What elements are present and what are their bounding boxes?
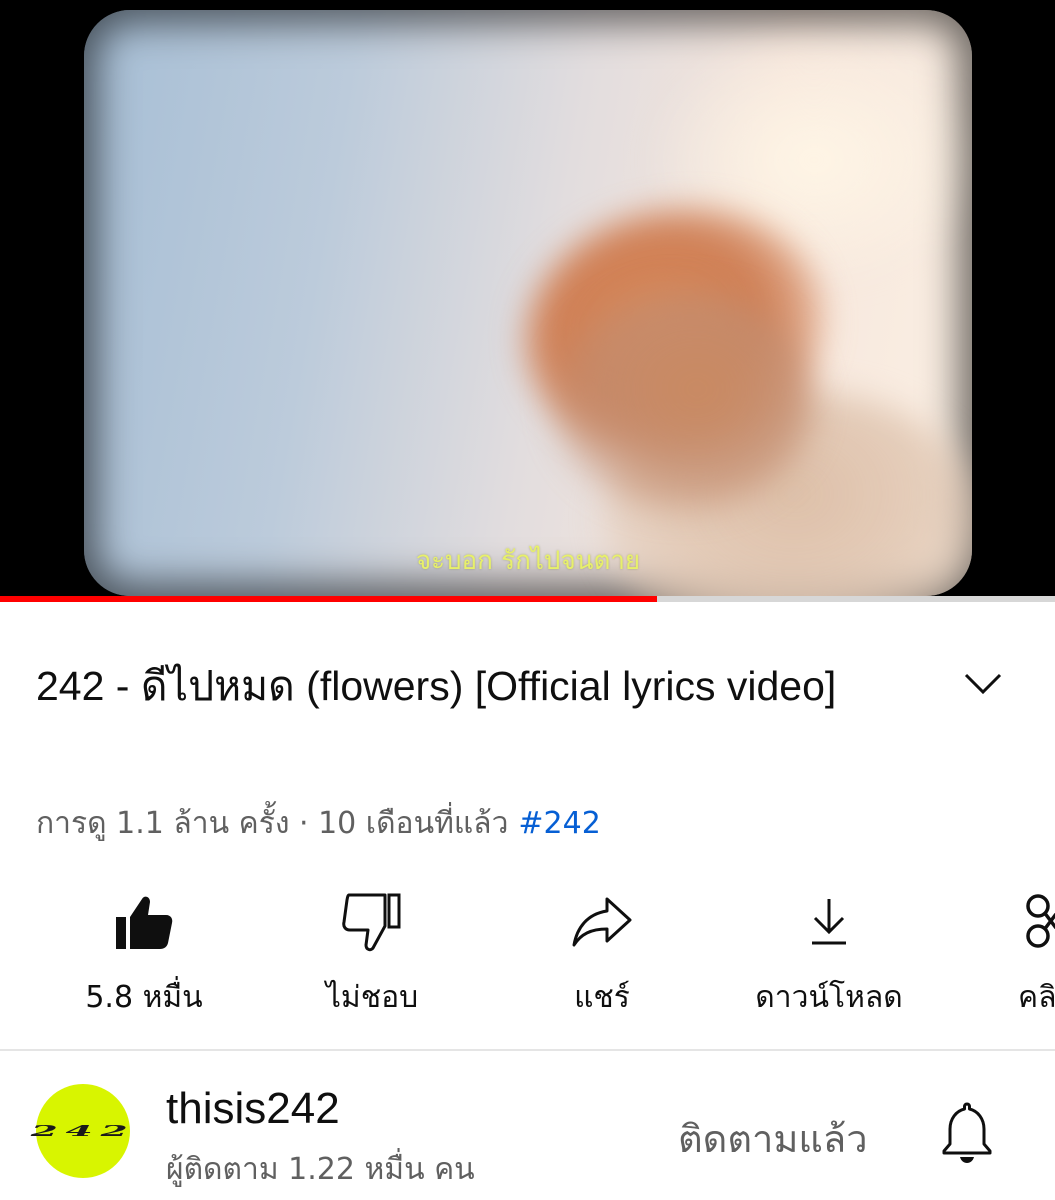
dislike-label: ไม่ชอบ [325,980,419,1015]
channel-name[interactable]: thisis242 [166,1084,340,1134]
bell-icon [942,1102,992,1163]
share-button[interactable]: แชร์ [540,880,664,1030]
expand-description-button[interactable] [960,664,1006,704]
like-button[interactable]: 5.8 หมื่น [82,880,206,1030]
clip-icon [1026,894,1055,948]
video-subtitle: จะบอก รักไปจนตาย [415,546,641,576]
download-icon [812,899,846,945]
video-title: 242 - ดีไปหมด (flowers) [Official lyrics… [36,663,837,709]
figure-face [554,290,814,510]
download-button[interactable]: ดาวน์โหลด [740,880,918,1030]
clip-button[interactable]: คลิ [1018,880,1055,1030]
notification-bell-button[interactable] [940,1100,994,1164]
view-count-date: การดู 1.1 ล้าน ครั้ง · 10 เดือนที่แล้ว [36,806,509,841]
progress-fill [0,596,658,602]
progress-bar[interactable] [0,596,1055,602]
channel-avatar[interactable]: 242 [31,1084,130,1178]
hashtag-link[interactable]: #242 [518,806,600,841]
share-icon [572,897,632,947]
subscribed-button[interactable]: ติดตามแล้ว [678,1108,868,1169]
thumbs-down-icon [342,893,401,952]
download-label: ดาวน์โหลด [755,980,903,1015]
action-bar: 5.8 หมื่น ไม่ชอบ แชร์ ดาวน์โหลด คลิ [0,880,1055,1030]
thumbs-up-icon [116,896,173,949]
chevron-down-icon [964,673,1002,695]
video-player[interactable]: จะบอก รักไปจนตาย [0,0,1055,596]
avatar-logo-text: 242 [30,1122,136,1140]
video-meta[interactable]: การดู 1.1 ล้าน ครั้ง · 10 เดือนที่แล้ว #2… [36,800,601,847]
share-label: แชร์ [574,980,630,1015]
watch-page: จะบอก รักไปจนตาย 242 - ดีไปหมด (flowers)… [0,0,1055,1200]
subscriber-count: ผู้ติดตาม 1.22 หมื่น คน [166,1152,475,1187]
video-frame: จะบอก รักไปจนตาย [84,10,972,596]
like-count: 5.8 หมื่น [85,980,203,1015]
dislike-button[interactable]: ไม่ชอบ [310,880,434,1030]
section-divider [0,1049,1055,1051]
clip-label: คลิ [1018,980,1055,1015]
